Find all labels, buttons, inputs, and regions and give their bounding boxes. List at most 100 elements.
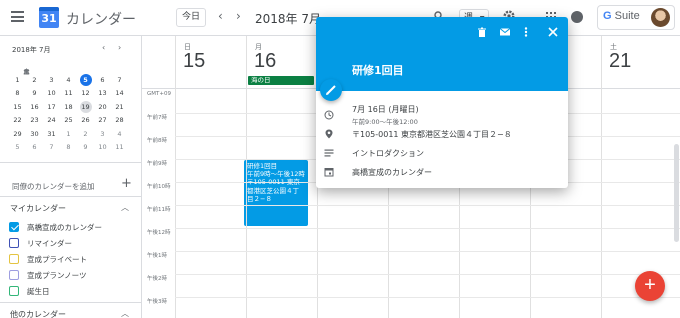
mini-day[interactable]: 31 bbox=[43, 128, 60, 142]
email-icon[interactable] bbox=[499, 26, 511, 38]
mini-day[interactable]: 28 bbox=[111, 114, 128, 128]
gsuite-account-area[interactable]: G Suite bbox=[597, 5, 675, 30]
holiday-event[interactable]: 海の日 bbox=[248, 76, 314, 85]
day-number[interactable]: 15 bbox=[183, 50, 205, 73]
mini-day[interactable]: 29 bbox=[9, 128, 26, 142]
divider bbox=[0, 162, 141, 163]
calendar-checkbox[interactable] bbox=[9, 238, 19, 248]
hour-label: 午前8時 bbox=[147, 138, 167, 144]
mini-day[interactable]: 1 bbox=[60, 128, 77, 142]
mini-day[interactable]: 16 bbox=[26, 101, 43, 115]
mini-calendar-title: 2018年 7月 bbox=[12, 46, 51, 54]
mini-day[interactable]: 7 bbox=[111, 74, 128, 88]
mini-day[interactable]: 19 bbox=[77, 100, 94, 115]
mini-day[interactable]: 3 bbox=[43, 74, 60, 88]
mini-day[interactable]: 10 bbox=[43, 87, 60, 101]
app-title: カレンダー bbox=[66, 12, 136, 28]
event-block[interactable]: 研修1回目 午前9時〜午後12時 〒105-0011 東京都港区芝公園４丁目２−… bbox=[244, 160, 308, 226]
more-options-icon[interactable] bbox=[520, 26, 532, 38]
my-calendars-title[interactable]: マイカレンダー bbox=[10, 203, 66, 214]
mini-day[interactable]: 14 bbox=[111, 87, 128, 101]
mini-day[interactable]: 2 bbox=[77, 128, 94, 142]
mini-next-month-icon[interactable]: › bbox=[118, 43, 121, 52]
calendar-checkbox[interactable] bbox=[9, 270, 19, 280]
mini-day[interactable]: 22 bbox=[9, 114, 26, 128]
hour-label: 午後12時 bbox=[147, 230, 171, 236]
add-colleague-calendar-input[interactable]: 同僚のカレンダーを追加 bbox=[12, 181, 116, 192]
sidebar: 2018年 7月 ‹ › 日月火水木金土 1 2 3 4 5 6 7 8 9 10 11 12 13 14 1… bbox=[0, 36, 141, 318]
calendar-logo-icon: 31 bbox=[39, 7, 59, 28]
event-description-row: イントロダクション bbox=[352, 148, 424, 159]
mini-day[interactable]: 26 bbox=[77, 114, 94, 128]
mini-day[interactable]: 20 bbox=[94, 101, 111, 115]
mini-day[interactable]: 6 bbox=[26, 141, 43, 155]
hour-label: 午前11時 bbox=[147, 207, 171, 213]
mini-day[interactable]: 10 bbox=[94, 141, 111, 155]
event-date-row: 7月 16日 (月曜日) 午前9:00～午後12:00 bbox=[352, 104, 419, 126]
calendar-list-item[interactable]: 誕生日 bbox=[9, 285, 134, 298]
mini-day[interactable]: 9 bbox=[26, 87, 43, 101]
chevron-up-icon[interactable]: ︿ bbox=[121, 202, 129, 213]
mini-day[interactable]: 27 bbox=[94, 114, 111, 128]
event-location-text: 〒105-0011 東京都港区芝公園４丁目２−８ bbox=[352, 130, 512, 139]
event-location-row: 〒105-0011 東京都港区芝公園４丁目２−８ bbox=[352, 129, 512, 140]
mini-day[interactable]: 3 bbox=[94, 128, 111, 142]
mini-day[interactable]: 7 bbox=[43, 141, 60, 155]
add-calendar-plus-icon[interactable]: + bbox=[121, 176, 132, 191]
mini-day[interactable]: 15 bbox=[9, 101, 26, 115]
mini-day[interactable]: 5 bbox=[77, 73, 94, 88]
delete-icon[interactable] bbox=[476, 26, 488, 38]
mini-week-row: 5 6 7 8 9 10 11 bbox=[9, 141, 129, 155]
scrollbar[interactable] bbox=[674, 144, 679, 242]
mini-day[interactable]: 12 bbox=[77, 87, 94, 101]
mini-day[interactable]: 4 bbox=[60, 74, 77, 88]
main-menu-icon[interactable] bbox=[11, 11, 24, 22]
mini-prev-month-icon[interactable]: ‹ bbox=[102, 43, 105, 52]
day-header[interactable]: 土 21 bbox=[601, 36, 672, 88]
mini-weekday-row: 日月火水木金土 bbox=[9, 60, 129, 76]
calendar-list-item[interactable]: 高橋宣成のカレンダー bbox=[9, 221, 134, 234]
mini-day[interactable]: 13 bbox=[94, 87, 111, 101]
mini-day[interactable]: 9 bbox=[77, 141, 94, 155]
mini-day[interactable]: 25 bbox=[60, 114, 77, 128]
calendar-checkbox[interactable] bbox=[9, 254, 19, 264]
popup-event-title: 研修1回目 bbox=[352, 64, 404, 77]
close-icon[interactable] bbox=[547, 26, 559, 38]
avatar[interactable] bbox=[651, 8, 670, 27]
mini-day[interactable]: 11 bbox=[111, 141, 128, 155]
hour-grid-line bbox=[175, 297, 680, 298]
calendar-label: 宣成プライベート bbox=[27, 255, 87, 264]
mini-day[interactable]: 30 bbox=[26, 128, 43, 142]
description-icon bbox=[324, 149, 334, 157]
event-time-range: 午前9:00～午後12:00 bbox=[352, 118, 418, 126]
hour-label: 午後2時 bbox=[147, 276, 167, 282]
mini-day[interactable]: 24 bbox=[43, 114, 60, 128]
notifications-icon[interactable] bbox=[571, 11, 583, 23]
calendar-list-item[interactable]: 宣成プランノーツ bbox=[9, 269, 134, 282]
other-calendars-title[interactable]: 他のカレンダー bbox=[10, 309, 66, 318]
mini-day[interactable]: 18 bbox=[60, 101, 77, 115]
edit-event-button[interactable] bbox=[320, 79, 342, 101]
mini-day[interactable]: 4 bbox=[111, 128, 128, 142]
previous-period-icon[interactable]: ‹ bbox=[218, 9, 223, 23]
mini-day[interactable]: 6 bbox=[94, 74, 111, 88]
mini-day[interactable]: 8 bbox=[9, 87, 26, 101]
day-number[interactable]: 21 bbox=[609, 50, 631, 73]
mini-week-row: 22 23 24 25 26 27 28 bbox=[9, 114, 129, 128]
mini-day[interactable]: 5 bbox=[9, 141, 26, 155]
mini-day[interactable]: 11 bbox=[60, 87, 77, 101]
mini-day[interactable]: 8 bbox=[60, 141, 77, 155]
mini-day[interactable]: 17 bbox=[43, 101, 60, 115]
day-number[interactable]: 16 bbox=[254, 50, 276, 73]
calendar-checkbox[interactable] bbox=[9, 286, 19, 296]
today-button[interactable]: 今日 bbox=[176, 8, 206, 27]
chevron-up-icon[interactable]: ︿ bbox=[121, 308, 129, 318]
next-period-icon[interactable]: › bbox=[236, 9, 241, 23]
create-event-button[interactable]: + bbox=[635, 271, 665, 301]
mini-day[interactable]: 21 bbox=[111, 101, 128, 115]
day-header[interactable]: 日 15 bbox=[175, 36, 246, 88]
calendar-list-item[interactable]: リマインダー bbox=[9, 237, 134, 250]
calendar-checkbox[interactable] bbox=[9, 222, 19, 232]
mini-day[interactable]: 23 bbox=[26, 114, 43, 128]
calendar-list-item[interactable]: 宣成プライベート bbox=[9, 253, 134, 266]
